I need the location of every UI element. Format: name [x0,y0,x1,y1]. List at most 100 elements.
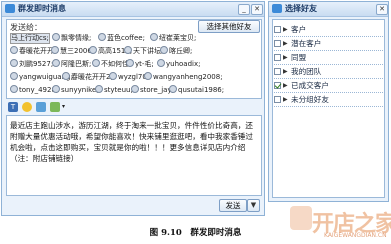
recipient-name: 刘鹏9527; [19,60,54,68]
recipient-item[interactable]: 刘鹏9527; [10,59,53,70]
group-checkbox[interactable] [274,54,281,61]
avatar-icon [89,46,97,54]
recipient-item[interactable]: yt-毛; [126,59,154,70]
figure-caption: 图 9.10 群发即时消息 [149,228,242,238]
avatar-icon [144,72,152,80]
recipient-item[interactable]: sunyynike; [52,85,99,96]
expand-arrow-icon[interactable]: ▶ [283,79,288,92]
avatar-icon [169,85,177,93]
friend-group-item[interactable]: ▶ 客户 [272,23,385,36]
recipient-item[interactable]: 飘零情缘; [52,33,91,44]
avatar-icon [52,59,60,67]
friend-group-item[interactable]: ▶ 潜在客户 [272,37,385,50]
recipient-item[interactable]: styteuu; [95,85,133,96]
font-icon[interactable]: T [8,102,18,112]
window-title: 群发即时消息 [18,4,66,13]
friend-group-item[interactable]: ▶ 同盟 [272,51,385,64]
close-button[interactable]: ✕ [251,4,263,15]
avatar-icon [126,59,134,67]
avatar-icon [10,59,18,67]
avatar-icon [131,85,139,93]
app-icon [5,4,15,13]
avatar-icon [62,72,70,80]
friend-group-item[interactable]: ▶ 已成交客户 [272,79,385,92]
avatar-icon [52,33,60,41]
recipient-item[interactable]: 慧三2006; [51,46,94,57]
recipient-item[interactable]: 天下讲坛; [124,46,163,57]
recipient-item[interactable]: 喀丘卿; [160,46,192,57]
recipient-name: 纽崔莱宝贝; [159,34,197,42]
recipient-item[interactable]: 春暖花开开; [10,46,56,57]
recipient-name: styteuu; [104,86,133,94]
expand-arrow-icon[interactable]: ▶ [283,93,288,106]
recipient-item[interactable]: 纽崔莱宝贝; [150,33,196,44]
group-checkbox[interactable] [274,40,281,47]
title-bar[interactable]: 群发即时消息 _ ✕ [2,2,264,17]
screenshot-icon[interactable] [50,102,60,112]
image-icon[interactable] [36,102,46,112]
minimize-button[interactable]: _ [238,4,250,15]
recipient-name: 马上行动cs; [11,34,49,42]
avatar-icon [10,85,18,93]
recipient-item[interactable]: 蓝色coffee; [98,33,145,44]
app-icon [272,4,282,13]
recipient-item[interactable]: 马上行动cs; [10,33,50,44]
recipient-name: 蓝色coffee; [107,34,145,42]
title-bar[interactable]: 选择好友 ✕ [269,2,388,17]
expand-arrow-icon[interactable]: ▶ [283,37,288,50]
recipient-item[interactable]: wangyanheng2008; [144,72,222,83]
to-label: 发送给： [10,23,42,32]
recipient-name: 飘零情缘; [61,34,92,42]
group-label: 客户 [291,25,307,34]
screenshot-dropdown-icon[interactable]: ▾ [62,103,65,110]
group-label: 同盟 [291,53,307,62]
avatar-icon [52,85,60,93]
avatar-icon [92,59,100,67]
recipient-item[interactable]: 阿隆巴斯; [52,59,91,70]
group-checkbox[interactable] [274,68,281,75]
group-label: 我的团队 [291,67,322,76]
group-checkbox[interactable] [274,82,281,89]
recipient-name: wangyanheng2008; [153,73,222,81]
recipient-name: sunyynike; [61,86,99,94]
recipient-name: 天下讲坛; [133,47,164,55]
expand-arrow-icon[interactable]: ▶ [283,65,288,78]
group-message-window: 群发即时消息 _ ✕ 发送给： 马上行动cs; 飘零情缘; 蓝色coffee; 纽崔莱… [1,1,265,216]
window-title: 选择好友 [285,4,317,13]
group-checkbox[interactable] [274,96,281,103]
recipient-item[interactable]: 春暖花开开2; [62,72,113,83]
expand-arrow-icon[interactable]: ▶ [283,23,288,36]
avatar-icon [98,33,106,41]
recipient-name: 春暖花开开2; [71,73,113,81]
group-checkbox[interactable] [274,26,281,33]
choose-other-friends-button[interactable]: 选择其他好友 [198,20,260,33]
group-label: 潜在客户 [291,39,322,48]
expand-arrow-icon[interactable]: ▶ [283,51,288,64]
recipient-name: yt-毛; [135,60,154,68]
avatar-icon [95,85,103,93]
recipient-name: yuhoadix; [166,60,201,68]
friend-group-item[interactable]: ▶ 未分组好友 [272,93,385,106]
avatar-icon [51,46,59,54]
avatar-icon [160,46,168,54]
send-button[interactable]: 发送 [219,199,247,212]
group-label: 未分组好友 [291,95,329,104]
recipient-name: 喀丘卿; [169,47,193,55]
emoji-icon[interactable] [22,102,32,112]
recipient-item[interactable]: yuhoadix; [157,59,200,70]
friend-group-item[interactable]: ▶ 我的团队 [272,65,385,78]
send-options-dropdown[interactable]: ▼ [247,199,260,212]
recipient-item[interactable]: qusutai1986; [169,85,224,96]
divider [272,106,385,107]
recipient-item[interactable]: store_jay; [131,85,174,96]
avatar-icon [10,46,18,54]
close-button[interactable]: ✕ [376,4,388,15]
avatar-icon [157,59,165,67]
recipient-name: qusutai1986; [178,86,225,94]
avatar-icon [150,33,158,41]
avatar-icon [124,46,132,54]
group-label: 已成交客户 [291,81,329,90]
select-friends-window: 选择好友 ✕ ▶ 客户 ▶ 潜在客户 ▶ 同盟 ▶ 我的团队 ▶ 已成交客户 ▶ 未分组好友 [268,1,389,202]
avatar-icon [10,72,18,80]
message-textarea[interactable]: 最近店主跑山涉水，游历江湖，终于淘来一批宝贝，件件性价比奇高，还附赠大量优惠活动… [6,115,262,196]
